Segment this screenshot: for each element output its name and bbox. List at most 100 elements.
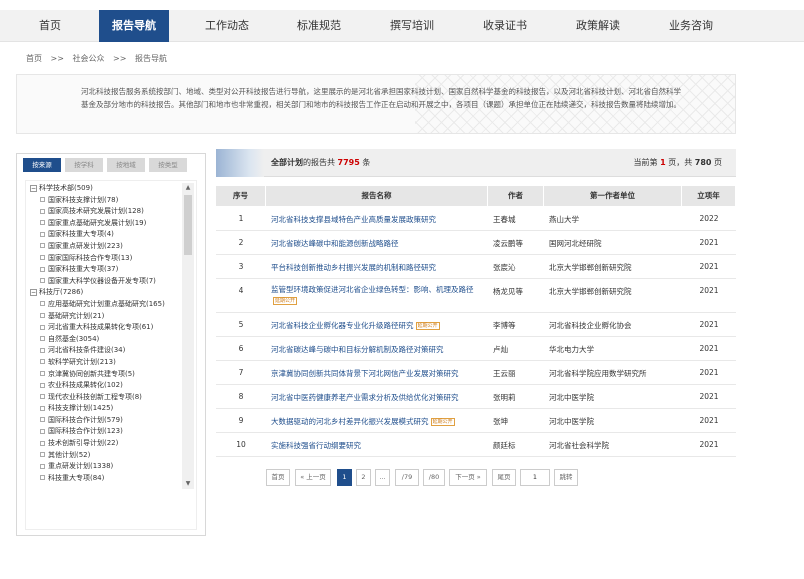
nav-consulting[interactable]: 业务咨询 xyxy=(656,10,726,42)
row-year: 2022 xyxy=(682,214,736,223)
page-79-button[interactable]: /79 xyxy=(395,469,419,486)
page-1-button[interactable]: 1 xyxy=(337,469,352,486)
tree-scrollbar[interactable]: ▲ ▼ xyxy=(182,183,194,489)
tree-item[interactable]: 国家科技重大专项(4) xyxy=(30,229,180,241)
nav-certificates[interactable]: 收录证书 xyxy=(471,10,539,42)
nav-standards[interactable]: 标准规范 xyxy=(285,10,353,42)
tree-item[interactable]: 基础研究计划(21) xyxy=(30,311,180,323)
scroll-thumb[interactable] xyxy=(184,195,192,255)
tree-item[interactable]: 河北省科技条件建设(34) xyxy=(30,345,180,357)
tree-item[interactable]: 京津冀协同创新共建专项(5) xyxy=(30,369,180,381)
tree-item-label: 国家重大科学仪器设备开发专项(7) xyxy=(48,276,156,285)
tree-item[interactable]: 国家高技术研究发展计划(128) xyxy=(30,206,180,218)
tree-item[interactable]: 国家重大科学仪器设备开发专项(7) xyxy=(30,276,180,288)
nav-work-news[interactable]: 工作动态 xyxy=(193,10,261,42)
tree-item-label: 国家国际科技合作专项(13) xyxy=(48,253,133,262)
result-summary: 全部计划的报告共 7795 条 xyxy=(271,157,370,168)
breadcrumb-home[interactable]: 首页 xyxy=(26,54,42,63)
page-first-button[interactable]: 首页 xyxy=(266,469,290,486)
author-text: 凌云鹏等 xyxy=(493,239,523,248)
tree-item[interactable]: 国际科技合作计划(123) xyxy=(30,426,180,438)
tree-item[interactable]: 自然基金(3054) xyxy=(30,334,180,346)
row-year: 2021 xyxy=(682,368,736,377)
tree-item[interactable]: 国家重点研发计划(223) xyxy=(30,241,180,253)
report-title-link[interactable]: 河北省科技支撑县域特色产业高质量发展政策研究 xyxy=(271,214,485,225)
page-last-button[interactable]: 尾页 xyxy=(492,469,516,486)
author-text: 张宸沁 xyxy=(493,263,516,272)
tab-by-source[interactable]: 按来源 xyxy=(23,158,61,172)
unit-text: 河北省科学院应用数学研究所 xyxy=(549,369,647,378)
report-title-link[interactable]: 河北省中医药健康养老产业需求分析及供给优化对策研究 xyxy=(271,392,485,403)
nav-home[interactable]: 首页 xyxy=(18,10,82,42)
tree-list: − 科学技术部(509) 国家科技支撑计划(78) 国家高技术研究发展计划(128) 国… xyxy=(30,183,180,484)
year-text: 2021 xyxy=(699,286,719,295)
nav-report-navigation[interactable]: 报告导航 xyxy=(99,10,169,42)
report-title-link[interactable]: 河北省碳达峰与碳中和目标分解机制及路径对策研究 xyxy=(271,344,485,355)
tree-group[interactable]: − 科学技术部(509) xyxy=(30,183,180,195)
tree-item[interactable]: 国家重点基础研究发展计划(19) xyxy=(30,218,180,230)
tree-item[interactable]: 软科学研究计划(213) xyxy=(30,357,180,369)
tab-by-region[interactable]: 按地域 xyxy=(107,158,145,172)
year-text: 2021 xyxy=(699,416,719,425)
collapse-icon[interactable]: − xyxy=(30,184,37,192)
report-title: 京津冀协同创新共同体背景下河北网信产业发展对策研究 xyxy=(271,369,459,378)
report-title-link[interactable]: 京津冀协同创新共同体背景下河北网信产业发展对策研究 xyxy=(271,368,485,379)
tree-item[interactable]: 技术创新引导计划(22) xyxy=(30,438,180,450)
leaf-icon xyxy=(40,231,45,237)
result-header: 全部计划的报告共 7795 条 当前第 1 页，共 780 页 xyxy=(216,149,736,177)
tree-item[interactable]: 应用基础研究计划重点基础研究(165) xyxy=(30,299,180,311)
tree-item[interactable]: 国家科技支撑计划(78) xyxy=(30,195,180,207)
page-next-button[interactable]: 下一页 » xyxy=(449,469,487,486)
tree-item[interactable]: 国际科技合作计划(579) xyxy=(30,415,180,427)
tree-group[interactable]: − 科技厅(7286) xyxy=(30,287,180,299)
row-index: 5 xyxy=(216,320,266,329)
leaf-icon xyxy=(40,266,45,272)
page-80-button[interactable]: /80 xyxy=(423,469,445,486)
tree-item[interactable]: 科技支撑计划(1425) xyxy=(30,403,180,415)
tree-item[interactable]: 农业科技成果转化(102) xyxy=(30,380,180,392)
page-prev-button[interactable]: « 上一页 xyxy=(295,469,331,486)
author-text: 杨龙见等 xyxy=(493,287,523,296)
top-nav: 首页 报告导航 工作动态 标准规范 撰写培训 收录证书 政策解读 业务咨询 xyxy=(0,10,804,42)
tree-item[interactable]: 国家国际科技合作专项(13) xyxy=(30,253,180,265)
leaf-icon xyxy=(40,440,45,446)
total-count: 7795 xyxy=(337,158,360,167)
report-title: 河北省科技支撑县域特色产业高质量发展政策研究 xyxy=(271,215,436,224)
report-title-link[interactable]: 平台科技创新推动乡村振兴发展的机制和路径研究 xyxy=(271,262,485,273)
report-title-link[interactable]: 河北省科技企业孵化器专业化升级路径研究 延期公开 xyxy=(271,320,485,331)
row-author: 王云丽 xyxy=(493,368,541,379)
table-row: 3 平台科技创新推动乡村振兴发展的机制和路径研究 张宸沁 北京大学邯郸创新研究院 202… xyxy=(216,255,736,279)
row-index: 3 xyxy=(216,262,266,271)
row-unit: 河北省科学院应用数学研究所 xyxy=(549,368,679,379)
row-year: 2021 xyxy=(682,392,736,401)
page-jump-input[interactable]: 1 xyxy=(520,469,550,486)
breadcrumb-public[interactable]: 社会公众 xyxy=(73,54,105,63)
tree-item[interactable]: 现代农业科技创新工程专项(8) xyxy=(30,392,180,404)
unit-text: 北京大学邯郸创新研究院 xyxy=(549,263,632,272)
collapse-icon[interactable]: − xyxy=(30,288,37,296)
row-author: 张明莉 xyxy=(493,392,541,403)
nav-training[interactable]: 撰写培训 xyxy=(378,10,446,42)
page-prefix: 当前第 xyxy=(633,158,661,167)
scroll-up-icon[interactable]: ▲ xyxy=(182,183,194,193)
unit-text: 燕山大学 xyxy=(549,215,579,224)
page-mid: 页，共 xyxy=(665,158,695,167)
report-title-link[interactable]: 大数据驱动的河北乡村差异化振兴发展模式研究 延期公开 xyxy=(271,416,485,427)
page-jump-button[interactable]: 跳转 xyxy=(554,469,578,486)
tree-item[interactable]: 国家科技重大专项(37) xyxy=(30,264,180,276)
row-year: 2021 xyxy=(682,286,736,295)
breadcrumb: 首页 >> 社会公众 >> 报告导航 xyxy=(26,53,173,64)
report-title-link[interactable]: 河北省碳达峰碳中和能源创新战略路径 xyxy=(271,238,485,249)
tab-by-discipline[interactable]: 按学科 xyxy=(65,158,103,172)
tree-item[interactable]: 河北省重大科技成果转化专项(61) xyxy=(30,322,180,334)
nav-policy[interactable]: 政策解读 xyxy=(564,10,632,42)
tree-item[interactable]: 其他计划(52) xyxy=(30,450,180,462)
report-title-link[interactable]: 实施科技强省行动纲要研究 xyxy=(271,440,485,451)
author-text: 张坤 xyxy=(493,417,508,426)
year-text: 2021 xyxy=(699,392,719,401)
author-text: 王云丽 xyxy=(493,369,516,378)
tab-by-type[interactable]: 按类型 xyxy=(149,158,187,172)
breadcrumb-separator: >> xyxy=(50,54,64,63)
report-title-link[interactable]: 监管型环境政策促进河北省企业绿色转型：影响、机理及路径延期公开 xyxy=(271,284,485,306)
page-2-button[interactable]: 2 xyxy=(356,469,371,486)
